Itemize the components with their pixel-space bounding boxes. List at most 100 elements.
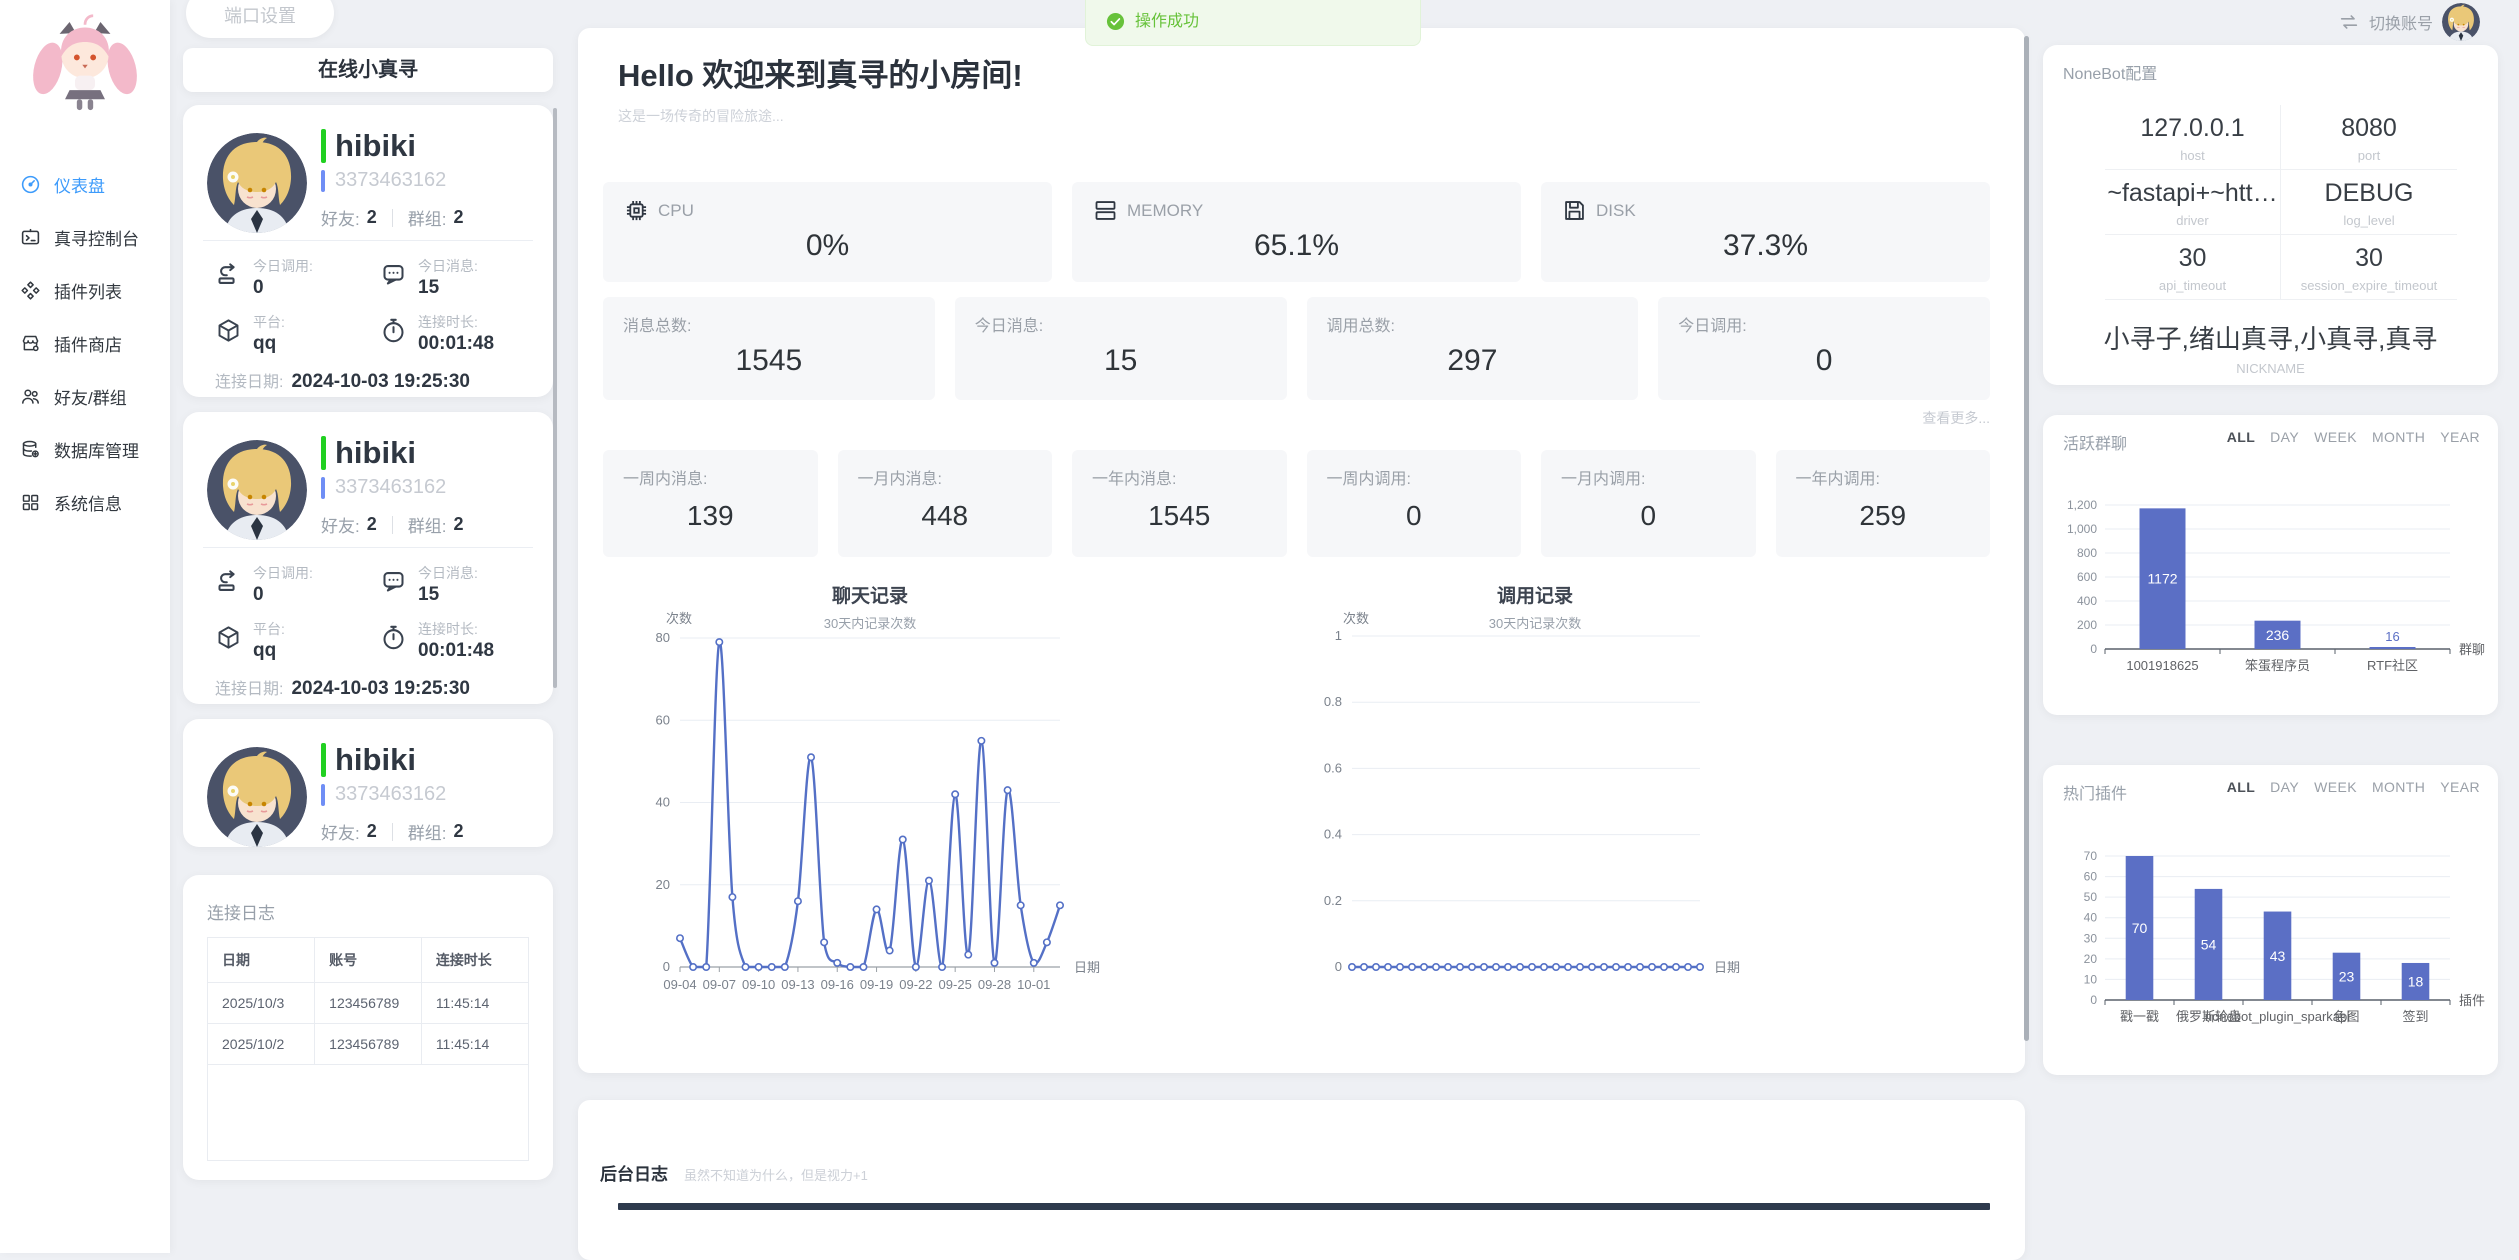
hot-plugins-title: 热门插件 xyxy=(2063,780,2127,804)
tab-day[interactable]: DAY xyxy=(2270,779,2299,795)
sidebar-item-friends-groups[interactable]: 好友/群组 xyxy=(0,370,170,423)
svg-text:16: 16 xyxy=(2385,629,2399,644)
user-avatar[interactable] xyxy=(2442,3,2480,41)
system-grid-icon xyxy=(20,492,41,513)
switch-account[interactable]: 切换账号 xyxy=(2338,2,2480,42)
stat-platform: 平台:qq xyxy=(215,312,380,355)
return-arrow-icon xyxy=(215,261,242,288)
port-settings-button[interactable]: 端口设置 xyxy=(186,0,334,38)
config-title: NoneBot配置 xyxy=(2063,60,2157,84)
stat-duration: 连接时长:00:01:48 xyxy=(380,619,545,662)
svg-text:18: 18 xyxy=(2408,973,2424,989)
svg-text:10-01: 10-01 xyxy=(1017,977,1050,992)
gauge-icon xyxy=(20,174,41,195)
bar-chart-canvas: 02004006008001,0001,20011721001918625236… xyxy=(2043,475,2498,705)
tab-day[interactable]: DAY xyxy=(2270,429,2299,445)
y-axis-label: 次数 xyxy=(1343,608,1369,627)
chart-title: 调用记录 xyxy=(1255,575,1815,608)
range-tabs: ALL DAY WEEK MONTH YEAR xyxy=(2227,779,2480,795)
config-driver: ~fastapi+~htt… driver xyxy=(2105,170,2281,235)
config-host: 127.0.0.1 host xyxy=(2105,105,2281,170)
tab-year[interactable]: YEAR xyxy=(2440,779,2480,795)
line-chart-canvas: 00.20.40.60.81日期 xyxy=(1255,631,1815,1005)
friends-icon xyxy=(20,386,41,407)
svg-text:插件: 插件 xyxy=(2459,993,2485,1008)
svg-text:23: 23 xyxy=(2339,968,2355,984)
bot-name: hibiki xyxy=(321,742,464,778)
svg-text:1,200: 1,200 xyxy=(2067,498,2097,512)
backend-log-subtitle: 虽然不知道为什么，但是视力+1 xyxy=(684,1165,868,1184)
sidebar-item-console[interactable]: 真寻控制台 xyxy=(0,211,170,264)
connection-log-title: 连接日志 xyxy=(183,875,553,924)
chat-bubble-icon xyxy=(380,261,407,288)
chat-records-chart: 聊天记录 30天内记录次数 次数 02040608009-0409-0709-1… xyxy=(590,575,1150,1005)
stopwatch-icon xyxy=(380,317,407,344)
svg-text:09-10: 09-10 xyxy=(742,977,775,992)
svg-text:60: 60 xyxy=(2084,870,2098,884)
tab-month[interactable]: MONTH xyxy=(2372,779,2425,795)
week-messages-tile: 一周内消息: 139 xyxy=(603,450,818,557)
call-records-chart: 调用记录 30天内记录次数 次数 00.20.40.60.81日期 xyxy=(1255,575,1815,1005)
totals-row: 消息总数: 1545 今日消息: 15 调用总数: 297 今日调用: 0 xyxy=(603,297,1990,400)
tab-week[interactable]: WEEK xyxy=(2314,779,2357,795)
sidebar-item-label: 数据库管理 xyxy=(54,437,139,462)
svg-text:09-16: 09-16 xyxy=(821,977,854,992)
stat-today-calls: 今日调用:0 xyxy=(215,563,380,606)
svg-text:0: 0 xyxy=(2090,993,2097,1007)
svg-text:70: 70 xyxy=(2132,920,2148,936)
online-bots-title: 在线小真寻 xyxy=(183,48,553,92)
sidebar-item-database[interactable]: 数据库管理 xyxy=(0,423,170,476)
svg-text:09-19: 09-19 xyxy=(860,977,893,992)
svg-text:600: 600 xyxy=(2077,570,2097,584)
sidebar: 仪表盘 真寻控制台 插件列表 插件商店 好友/群组 数据库管理 xyxy=(0,0,170,1253)
svg-text:0.4: 0.4 xyxy=(1324,827,1342,842)
bot-id: 3373463162 xyxy=(321,169,464,192)
svg-text:日期: 日期 xyxy=(1074,960,1100,975)
backend-log-title: 后台日志 xyxy=(600,1160,668,1185)
svg-text:0.6: 0.6 xyxy=(1324,760,1342,775)
connect-date: 连接日期:2024-10-03 19:25:30 xyxy=(183,662,553,700)
svg-text:笨蛋程序员: 笨蛋程序员 xyxy=(2245,658,2310,673)
view-more-link[interactable]: 查看更多... xyxy=(1922,408,1990,428)
sidebar-item-label: 好友/群组 xyxy=(54,384,127,409)
sidebar-item-plugin-list[interactable]: 插件列表 xyxy=(0,264,170,317)
year-messages-tile: 一年内消息: 1545 xyxy=(1072,450,1287,557)
sidebar-item-label: 系统信息 xyxy=(54,490,122,515)
stat-today-messages: 今日消息:15 xyxy=(380,256,545,299)
check-circle-icon xyxy=(1106,12,1125,31)
svg-text:800: 800 xyxy=(2077,546,2097,560)
today-calls-tile: 今日调用: 0 xyxy=(1658,297,1990,400)
svg-text:09-22: 09-22 xyxy=(899,977,932,992)
sidebar-item-system-info[interactable]: 系统信息 xyxy=(0,476,170,529)
tab-all[interactable]: ALL xyxy=(2227,779,2255,795)
svg-text:60: 60 xyxy=(656,712,670,727)
main-panel: Hello 欢迎来到真寻的小房间! 这是一场传奇的冒险旅途... CPU 0% … xyxy=(578,28,2025,1073)
swap-icon xyxy=(2338,11,2360,33)
svg-text:10: 10 xyxy=(2084,972,2098,986)
svg-text:签到: 签到 xyxy=(2402,1009,2428,1024)
bar-chart-canvas: 01020304050607070戳一戳54俄罗斯轮盘43nonebot_plu… xyxy=(2043,825,2498,1065)
config-log-level: DEBUG log_level xyxy=(2281,170,2457,235)
svg-text:1172: 1172 xyxy=(2147,571,2177,587)
tab-year[interactable]: YEAR xyxy=(2440,429,2480,445)
nonebot-config-card: NoneBot配置 127.0.0.1 host 8080 port ~fast… xyxy=(2043,45,2498,385)
table-row: 2025/10/3 123456789 11:45:14 xyxy=(208,983,528,1024)
system-stats-row: CPU 0% MEMORY 65.1% DISK 37.3% xyxy=(603,182,1990,282)
tab-all[interactable]: ALL xyxy=(2227,429,2255,445)
sidebar-menu: 仪表盘 真寻控制台 插件列表 插件商店 好友/群组 数据库管理 xyxy=(0,158,170,529)
tab-month[interactable]: MONTH xyxy=(2372,429,2425,445)
bot-name: hibiki xyxy=(321,128,464,164)
bot-list-scrollbar[interactable] xyxy=(553,108,557,688)
total-calls-tile: 调用总数: 297 xyxy=(1307,297,1639,400)
disk-icon xyxy=(1561,197,1588,224)
month-calls-tile: 一月内调用: 0 xyxy=(1541,450,1756,557)
disk-tile: DISK 37.3% xyxy=(1541,182,1990,282)
connection-log-card: 连接日志 日期 账号 连接时长 2025/10/3 123456789 11:4… xyxy=(183,875,553,1180)
tab-week[interactable]: WEEK xyxy=(2314,429,2357,445)
main-scrollbar[interactable] xyxy=(2024,36,2029,1041)
svg-text:09-25: 09-25 xyxy=(939,977,972,992)
sidebar-item-plugin-store[interactable]: 插件商店 xyxy=(0,317,170,370)
sidebar-item-dashboard[interactable]: 仪表盘 xyxy=(0,158,170,211)
sidebar-item-label: 插件列表 xyxy=(54,278,122,303)
sidebar-item-label: 仪表盘 xyxy=(54,172,105,197)
